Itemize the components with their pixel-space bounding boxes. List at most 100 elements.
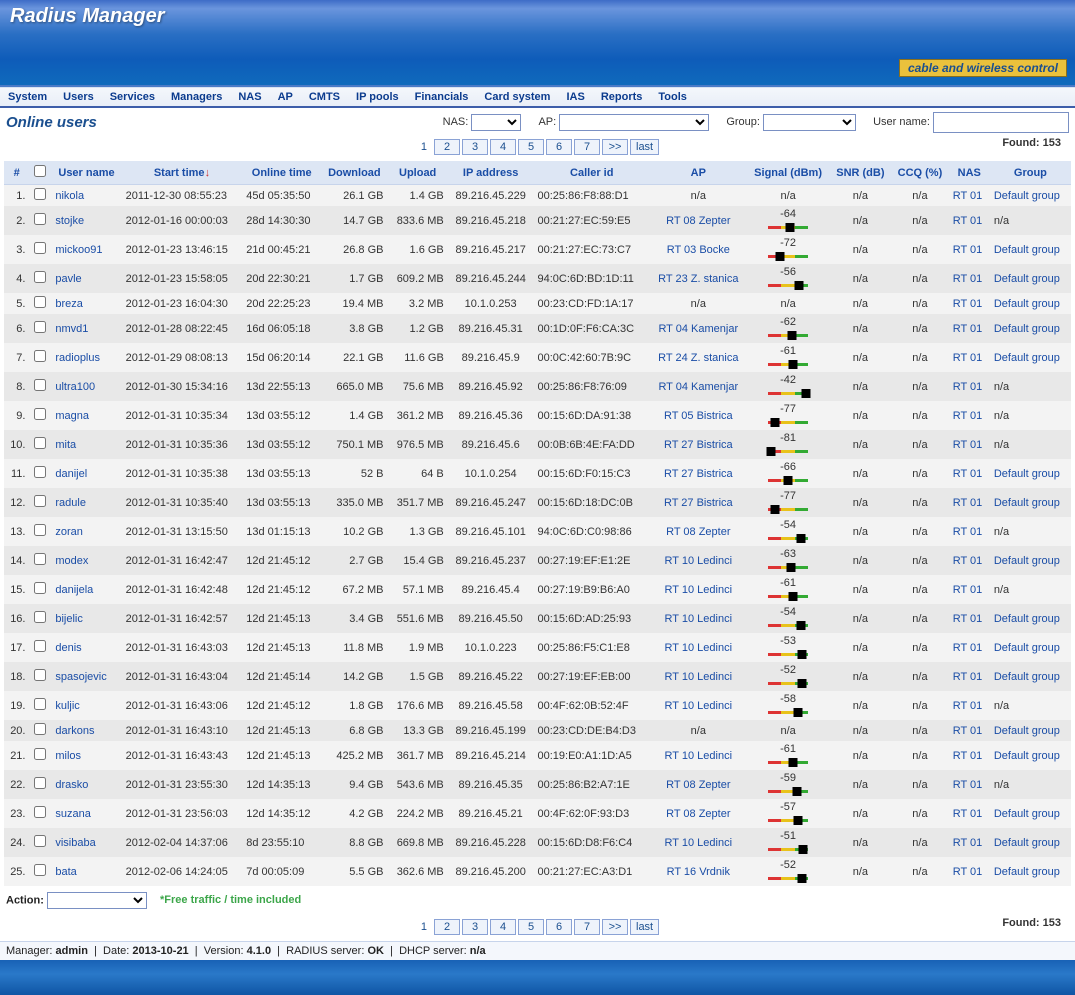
cell-group-link[interactable]: Default group [994, 555, 1060, 567]
cell-ap-link[interactable]: RT 10 Ledinci [665, 584, 732, 596]
cell-ap-link[interactable]: RT 16 Vrdnik [667, 866, 730, 878]
cell-ap-link[interactable]: RT 08 Zepter [666, 526, 730, 538]
pager-page-5[interactable]: 5 [518, 919, 544, 935]
cell-nas-link[interactable]: RT 01 [953, 671, 983, 683]
cell-nas-link[interactable]: RT 01 [953, 526, 983, 538]
cell-username-link[interactable]: modex [55, 555, 88, 567]
col-snr-db-[interactable]: SNR (dB) [830, 161, 892, 185]
cell-group-link[interactable]: Default group [994, 468, 1060, 480]
pager-page-3[interactable]: 3 [462, 919, 488, 935]
pager-page-7[interactable]: 7 [574, 919, 600, 935]
cell-nas-link[interactable]: RT 01 [953, 244, 983, 256]
cell-nas-link[interactable]: RT 01 [953, 837, 983, 849]
cell-username-link[interactable]: milos [55, 750, 81, 762]
menu-services[interactable]: Services [110, 91, 155, 103]
cell-group-link[interactable]: Default group [994, 725, 1060, 737]
col-start-time[interactable]: Start time↓ [122, 161, 243, 185]
row-checkbox[interactable] [34, 553, 46, 565]
pager-page-4[interactable]: 4 [490, 139, 516, 155]
col-upload[interactable]: Upload [388, 161, 448, 185]
cell-ap-link[interactable]: RT 10 Ledinci [665, 555, 732, 567]
cell-username-link[interactable]: radioplus [55, 352, 100, 364]
cell-nas-link[interactable]: RT 01 [953, 866, 983, 878]
menu-financials[interactable]: Financials [415, 91, 469, 103]
cell-group-link[interactable]: Default group [994, 298, 1060, 310]
col-download[interactable]: Download [321, 161, 387, 185]
cell-nas-link[interactable]: RT 01 [953, 190, 983, 202]
cell-username-link[interactable]: spasojevic [55, 671, 106, 683]
cell-group-link[interactable]: Default group [994, 671, 1060, 683]
cell-ap-link[interactable]: RT 23 Z. stanica [658, 273, 738, 285]
cell-username-link[interactable]: bata [55, 866, 76, 878]
pager-page-3[interactable]: 3 [462, 139, 488, 155]
col-signal-dbm-[interactable]: Signal (dBm) [747, 161, 830, 185]
action-select[interactable] [47, 892, 147, 909]
pager-page-5[interactable]: 5 [518, 139, 544, 155]
cell-group-link[interactable]: Default group [994, 352, 1060, 364]
cell-nas-link[interactable]: RT 01 [953, 439, 983, 451]
pager-page-2[interactable]: 2 [434, 139, 460, 155]
cell-username-link[interactable]: mita [55, 439, 76, 451]
pager-next[interactable]: >> [602, 919, 628, 935]
menu-cmts[interactable]: CMTS [309, 91, 340, 103]
menu-system[interactable]: System [8, 91, 47, 103]
cell-nas-link[interactable]: RT 01 [953, 613, 983, 625]
cell-group-link[interactable]: Default group [994, 190, 1060, 202]
pager-last[interactable]: last [630, 919, 659, 935]
row-checkbox[interactable] [34, 698, 46, 710]
col-user-name[interactable]: User name [51, 161, 121, 185]
cell-ap-link[interactable]: RT 27 Bistrica [664, 468, 733, 480]
pager-next[interactable]: >> [602, 139, 628, 155]
pager-last[interactable]: last [630, 139, 659, 155]
menu-card-system[interactable]: Card system [484, 91, 550, 103]
cell-group-link[interactable]: Default group [994, 613, 1060, 625]
select-all-checkbox[interactable] [34, 165, 46, 177]
cell-ap-link[interactable]: RT 10 Ledinci [665, 613, 732, 625]
row-checkbox[interactable] [34, 242, 46, 254]
row-checkbox[interactable] [34, 806, 46, 818]
row-checkbox[interactable] [34, 213, 46, 225]
cell-username-link[interactable]: radule [55, 497, 86, 509]
row-checkbox[interactable] [34, 864, 46, 876]
cell-username-link[interactable]: pavle [55, 273, 81, 285]
cell-username-link[interactable]: breza [55, 298, 83, 310]
cell-username-link[interactable]: stojke [55, 215, 84, 227]
pager-page-7[interactable]: 7 [574, 139, 600, 155]
cell-ap-link[interactable]: RT 10 Ledinci [665, 642, 732, 654]
row-checkbox[interactable] [34, 777, 46, 789]
cell-nas-link[interactable]: RT 01 [953, 410, 983, 422]
cell-nas-link[interactable]: RT 01 [953, 700, 983, 712]
ap-select[interactable] [559, 114, 709, 131]
row-checkbox[interactable] [34, 350, 46, 362]
cell-nas-link[interactable]: RT 01 [953, 779, 983, 791]
cell-nas-link[interactable]: RT 01 [953, 381, 983, 393]
menu-tools[interactable]: Tools [658, 91, 687, 103]
cell-username-link[interactable]: drasko [55, 779, 88, 791]
col-group[interactable]: Group [990, 161, 1071, 185]
cell-username-link[interactable]: nikola [55, 190, 84, 202]
menu-nas[interactable]: NAS [238, 91, 261, 103]
cell-username-link[interactable]: magna [55, 410, 89, 422]
row-checkbox[interactable] [34, 379, 46, 391]
row-checkbox[interactable] [34, 582, 46, 594]
username-input[interactable] [933, 112, 1069, 133]
row-checkbox[interactable] [34, 669, 46, 681]
cell-username-link[interactable]: mickoo91 [55, 244, 102, 256]
cell-group-link[interactable]: Default group [994, 808, 1060, 820]
row-checkbox[interactable] [34, 271, 46, 283]
cell-nas-link[interactable]: RT 01 [953, 584, 983, 596]
row-checkbox[interactable] [34, 437, 46, 449]
cell-username-link[interactable]: kuljic [55, 700, 79, 712]
cell-username-link[interactable]: nmvd1 [55, 323, 88, 335]
pager-page-6[interactable]: 6 [546, 139, 572, 155]
cell-group-link[interactable]: Default group [994, 642, 1060, 654]
cell-nas-link[interactable]: RT 01 [953, 750, 983, 762]
cell-nas-link[interactable]: RT 01 [953, 808, 983, 820]
cell-ap-link[interactable]: RT 10 Ledinci [665, 671, 732, 683]
row-checkbox[interactable] [34, 611, 46, 623]
pager-page-6[interactable]: 6 [546, 919, 572, 935]
row-checkbox[interactable] [34, 640, 46, 652]
cell-ap-link[interactable]: RT 03 Bocke [667, 244, 730, 256]
cell-ap-link[interactable]: RT 10 Ledinci [665, 750, 732, 762]
cell-ap-link[interactable]: RT 04 Kamenjar [658, 323, 738, 335]
